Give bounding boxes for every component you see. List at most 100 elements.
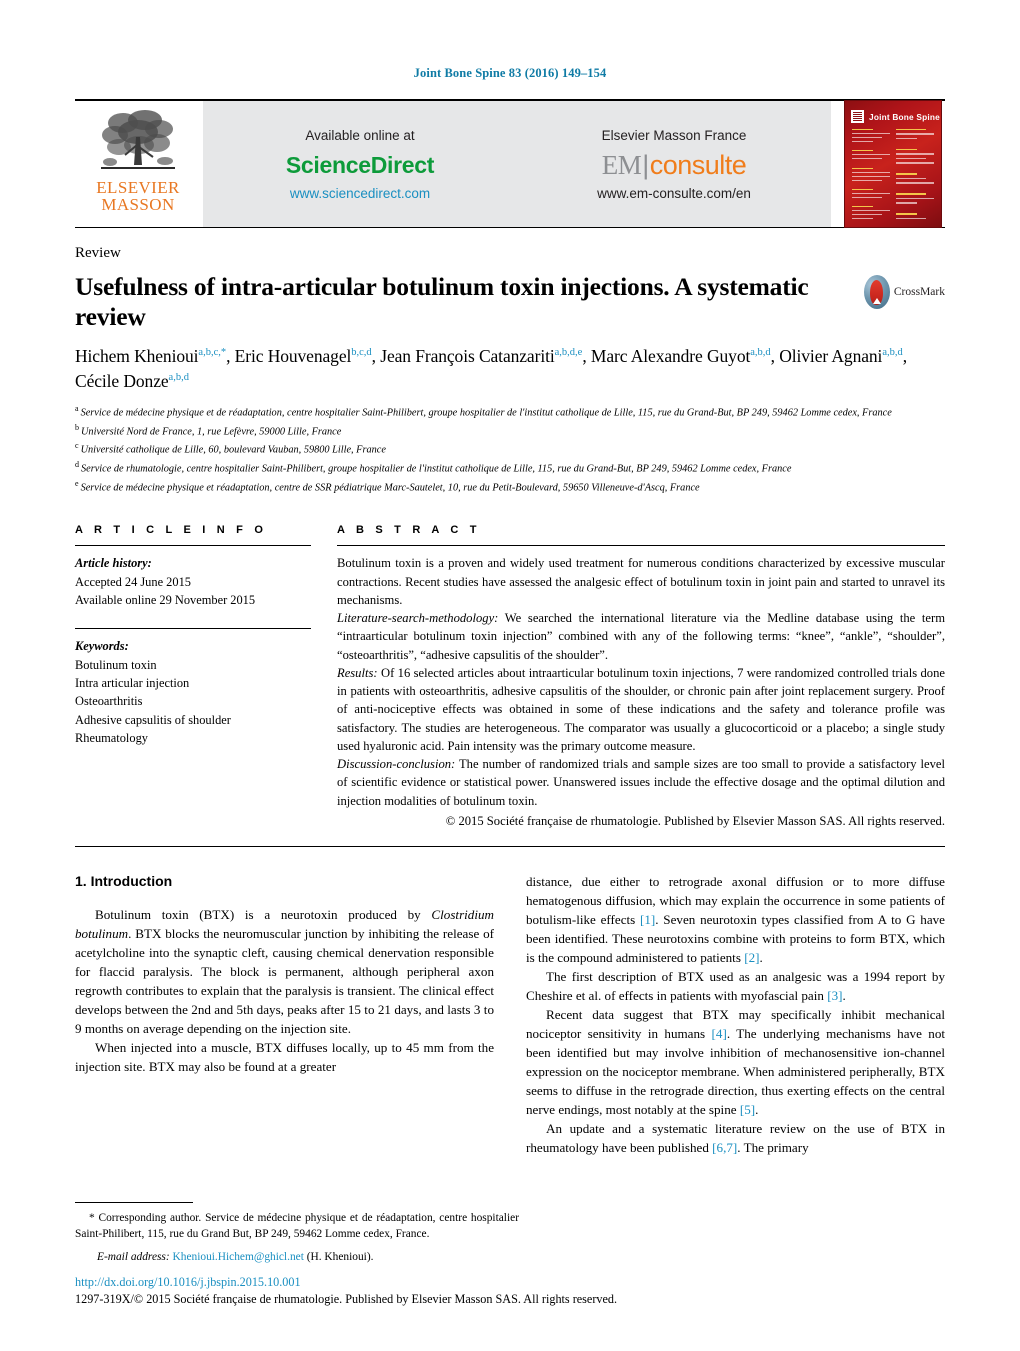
abstract-discussion-label: Discussion-conclusion: bbox=[337, 757, 456, 772]
sciencedirect-panel: Available online at ScienceDirect www.sc… bbox=[203, 101, 517, 227]
affiliation-text: Service de rhumatologie, centre hospital… bbox=[81, 463, 792, 475]
abstract-discussion: Discussion-conclusion: The number of ran… bbox=[337, 755, 945, 810]
citation-ref-4[interactable]: [4] bbox=[712, 1026, 727, 1041]
journal-cover-contents bbox=[852, 129, 934, 220]
email-link[interactable]: Khenioui.Hichem@ghicl.net bbox=[173, 1251, 304, 1263]
author-affiliation-mark: a,b,d bbox=[750, 347, 771, 359]
email-note: E-mail address: Khenioui.Hichem@ghicl.ne… bbox=[75, 1251, 519, 1263]
intro-paragraph-3: distance, due either to retrograde axona… bbox=[526, 873, 945, 968]
intro-p1-part-a: Botulinum toxin (BTX) is a neurotoxin pr… bbox=[95, 907, 432, 923]
abstract-rule bbox=[337, 545, 945, 547]
masthead-bottom-rule bbox=[75, 227, 945, 228]
keywords-rule bbox=[75, 628, 311, 630]
abstract-results-text: Of 16 selected articles about intraartic… bbox=[337, 665, 945, 753]
footnote-rule bbox=[75, 1201, 193, 1203]
author-list: Hichem Kheniouia,b,c,*, Eric Houvenagelb… bbox=[75, 346, 908, 391]
intro-paragraph-4: The first description of BTX used as an … bbox=[526, 968, 945, 1006]
masthead: ELSEVIER MASSON Available online at Scie… bbox=[75, 99, 945, 228]
crossmark-icon bbox=[863, 275, 890, 309]
rp2-b: . bbox=[842, 987, 846, 1003]
abstract-body: Botulinum toxin is a proven and widely u… bbox=[337, 554, 945, 830]
article-info-column: A R T I C L E I N F O Article history: A… bbox=[75, 524, 337, 830]
footnote-text: Corresponding author. Service de médecin… bbox=[75, 1211, 519, 1240]
author-affiliation-mark: a,b,d bbox=[882, 347, 903, 359]
affiliation-text: Service de médecine physique et de réada… bbox=[80, 407, 892, 419]
abstract-heading: A B S T R A C T bbox=[337, 524, 481, 537]
corresponding-author-note: * Corresponding author. Service de médec… bbox=[75, 1210, 519, 1242]
intro-paragraph-5: Recent data suggest that BTX may specifi… bbox=[526, 1006, 945, 1120]
keyword-item: Botulinum toxin bbox=[75, 657, 157, 672]
article-info-rule bbox=[75, 545, 311, 547]
author-name: Olivier Agnani bbox=[779, 346, 883, 367]
citation-ref-6-7[interactable]: [6,7] bbox=[712, 1140, 737, 1155]
journal-cover-thumbnail: Joint Bone Spine bbox=[844, 100, 942, 228]
intro-paragraph-2: When injected into a muscle, BTX diffuse… bbox=[75, 1039, 494, 1074]
affiliation-item: a Service de médecine physique et de réad… bbox=[75, 403, 945, 422]
masthead-panels: Available online at ScienceDirect www.sc… bbox=[203, 101, 831, 227]
cover-column-left bbox=[852, 129, 890, 220]
keyword-item: Intra articular injection bbox=[75, 676, 190, 691]
author-name: Hichem Khenioui bbox=[75, 346, 199, 367]
citation-ref-1[interactable]: [1] bbox=[640, 912, 655, 927]
affiliation-item: d Service de rhumatologie, centre hospita… bbox=[75, 459, 945, 478]
colophon-block: http://dx.doi.org/10.1016/j.jbspin.2015.… bbox=[75, 1274, 775, 1307]
abstract-methods: Literature-search-methodology: We search… bbox=[337, 609, 945, 664]
issn-copyright: 1297-319X/© 2015 Société française de rh… bbox=[75, 1291, 618, 1306]
journal-society-badge bbox=[851, 110, 864, 123]
emconsulte-panel: Elsevier Masson France EM|consulte www.e… bbox=[517, 101, 831, 227]
rp4-b: . The primary bbox=[737, 1139, 809, 1155]
available-online-label: Available online at bbox=[305, 127, 415, 143]
cover-column-right bbox=[896, 129, 934, 219]
author-affiliation-mark: b,c,d bbox=[351, 347, 372, 359]
affiliation-item: c Université catholique de Lille, 60, bou… bbox=[75, 440, 945, 459]
journal-cover-title: Joint Bone Spine bbox=[869, 112, 940, 122]
abstract-intro: Botulinum toxin is a proven and widely u… bbox=[337, 556, 945, 607]
author-name: Jean François Catanzariti bbox=[380, 346, 555, 367]
keyword-item: Rheumatology bbox=[75, 731, 148, 746]
article-info-heading: A R T I C L E I N F O bbox=[75, 524, 268, 537]
email-suffix: (H. Khenioui). bbox=[303, 1251, 374, 1263]
abstract-column: A B S T R A C T Botulinum toxin is a pro… bbox=[337, 524, 945, 830]
journal-cover: Joint Bone Spine bbox=[841, 100, 945, 228]
em-divider: | bbox=[642, 149, 649, 180]
affiliation-list: a Service de médecine physique et de réad… bbox=[75, 403, 945, 496]
intro-paragraph-1: Botulinum toxin (BTX) is a neurotoxin pr… bbox=[75, 906, 494, 1039]
abstract-copyright: © 2015 Société française de rhumatologie… bbox=[445, 813, 945, 828]
keywords-block: Keywords: Botulinum toxin Intra articula… bbox=[75, 637, 311, 747]
author-affiliation-mark: a,b,c,* bbox=[198, 347, 227, 359]
abstract-methods-label: Literature-search-methodology: bbox=[337, 611, 499, 626]
tree-icon bbox=[101, 110, 175, 169]
elsevier-wordmark: ELSEVIER bbox=[96, 178, 180, 197]
affiliation-item: e Service de médecine physique et réadapt… bbox=[75, 478, 945, 497]
sciencedirect-url[interactable]: www.sciencedirect.com bbox=[290, 186, 430, 201]
keywords-label: Keywords: bbox=[75, 639, 129, 654]
citation-ref-2[interactable]: [2] bbox=[744, 950, 759, 965]
rp2-a: The first description of BTX used as an … bbox=[526, 968, 945, 1003]
article-type: Review bbox=[75, 245, 121, 261]
consulte-wordmark: consulte bbox=[649, 149, 747, 180]
affiliation-text: Service de médecine physique et réadapta… bbox=[80, 482, 700, 494]
abstract-bottom-rule bbox=[75, 846, 945, 848]
author-name: Eric Houvenagel bbox=[234, 346, 352, 367]
info-abstract-section: A R T I C L E I N F O Article history: A… bbox=[75, 524, 945, 830]
article-history-label: Article history: bbox=[75, 556, 152, 571]
crossmark-badge[interactable]: CrossMark bbox=[863, 272, 945, 309]
keyword-item: Osteoarthritis bbox=[75, 694, 143, 709]
emconsulte-url[interactable]: www.em-consulte.com/en bbox=[597, 186, 751, 201]
rp1-c: . bbox=[759, 949, 763, 965]
elsevier-masson-logo: ELSEVIER MASSON bbox=[75, 101, 201, 227]
author-name: Cécile Donze bbox=[75, 371, 169, 391]
section-heading-introduction: 1. Introduction bbox=[75, 873, 173, 890]
footnote-block: * Corresponding author. Service de médec… bbox=[75, 1201, 519, 1263]
intro-p1-part-b: . BTX blocks the neuromuscular junction … bbox=[75, 926, 494, 1036]
affiliation-text: Université catholique de Lille, 60, boul… bbox=[80, 444, 386, 456]
author-name: Marc Alexandre Guyot bbox=[590, 346, 751, 367]
em-wordmark: EM bbox=[601, 149, 642, 180]
doi-link[interactable]: http://dx.doi.org/10.1016/j.jbspin.2015.… bbox=[75, 1274, 775, 1290]
citation-ref-5[interactable]: [5] bbox=[740, 1102, 755, 1117]
body-columns: 1. Introduction Botulinum toxin (BTX) is… bbox=[75, 873, 945, 1158]
author-affiliation-mark: a,b,d,e bbox=[554, 347, 583, 359]
citation-ref-3[interactable]: [3] bbox=[827, 988, 842, 1003]
article-history-block: Article history: Accepted 24 June 2015 A… bbox=[75, 554, 311, 609]
intro-paragraph-6: An update and a systematic literature re… bbox=[526, 1120, 945, 1158]
